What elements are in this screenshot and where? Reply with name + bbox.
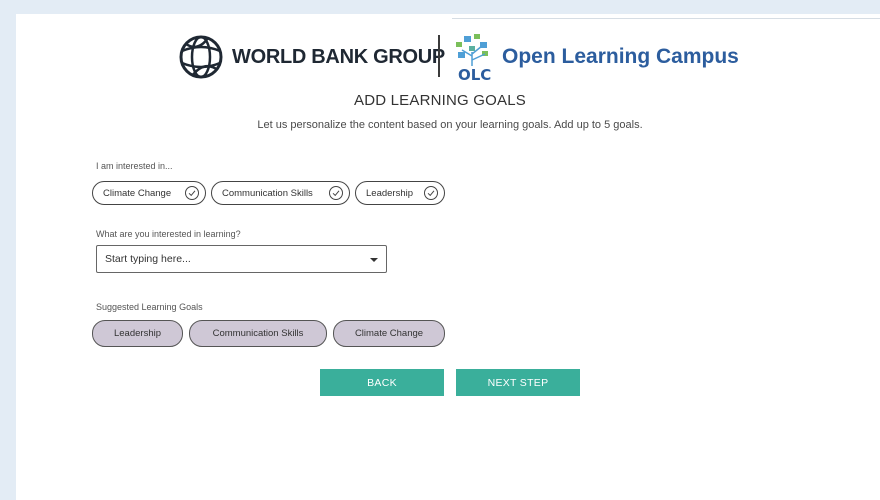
chip-label: Communication Skills [222, 187, 313, 199]
header: WORLD BANK GROUP OLC Open Learning Campu… [0, 32, 880, 82]
check-circle-icon[interactable] [328, 185, 344, 201]
page-title: ADD LEARNING GOALS [354, 92, 526, 109]
interest-chip-climate-change[interactable]: Climate Change [92, 181, 206, 205]
next-step-button[interactable]: NEXT STEP [456, 369, 580, 396]
globe-icon [179, 35, 223, 79]
interest-chip-communication-skills[interactable]: Communication Skills [211, 181, 350, 205]
learning-interest-dropdown[interactable]: Start typing here... [96, 245, 387, 273]
chip-label: Leadership [366, 187, 414, 199]
search-placeholder: Start typing here... [105, 253, 191, 265]
olc-logo[interactable]: OLC Open Learning Campus [452, 32, 739, 82]
world-bank-group-logo[interactable]: WORLD BANK GROUP [178, 34, 445, 80]
chip-label: Climate Change [103, 187, 172, 199]
page-subtitle: Let us personalize the content based on … [257, 119, 643, 131]
suggested-goals-label: Suggested Learning Goals [96, 302, 203, 312]
top-divider-line [452, 18, 880, 19]
caret-down-icon[interactable] [370, 258, 378, 262]
olc-tree-icon: OLC [456, 34, 491, 82]
search-label: What are you interested in learning? [96, 229, 241, 239]
olc-mark-text: OLC [458, 66, 491, 82]
check-circle-icon[interactable] [423, 185, 439, 201]
suggested-goal-climate-change[interactable]: Climate Change [333, 320, 445, 347]
logo-divider [438, 35, 440, 77]
interests-label: I am interested in... [96, 161, 173, 171]
suggested-goal-leadership[interactable]: Leadership [92, 320, 183, 347]
interest-chip-leadership[interactable]: Leadership [355, 181, 445, 205]
suggested-goal-communication-skills[interactable]: Communication Skills [189, 320, 327, 347]
back-button[interactable]: BACK [320, 369, 444, 396]
olc-logo-text: Open Learning Campus [502, 45, 739, 68]
wbg-logo-text: WORLD BANK GROUP [232, 45, 445, 68]
check-circle-icon[interactable] [184, 185, 200, 201]
